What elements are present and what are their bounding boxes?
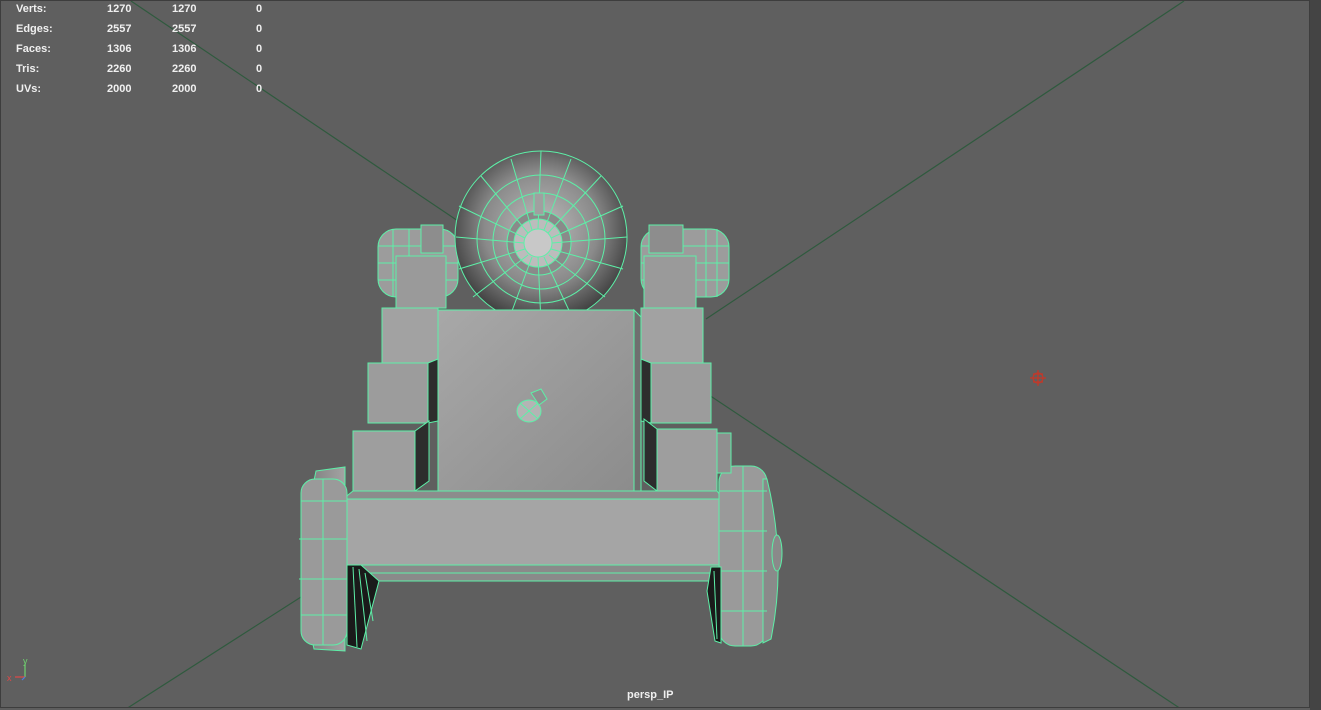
camera-name-label: persp_IP bbox=[627, 689, 674, 701]
hud-value: 2000 bbox=[172, 83, 197, 95]
right-block-bottom bbox=[656, 428, 718, 492]
axis-y-label: y bbox=[23, 657, 28, 666]
hud-value: 1306 bbox=[172, 43, 197, 55]
hud-value: 2000 bbox=[107, 83, 132, 95]
right-block-mid bbox=[640, 307, 704, 364]
left-block-bottom bbox=[352, 430, 416, 492]
hud-value: 2557 bbox=[107, 23, 132, 35]
perspective-viewport[interactable]: Verts: 1270 1270 0 Edges: 2557 2557 0 Fa… bbox=[0, 0, 1310, 708]
right-block-lower bbox=[650, 362, 712, 424]
hud-label: Faces: bbox=[16, 43, 51, 55]
hud-label: Verts: bbox=[16, 3, 47, 15]
hud-value: 0 bbox=[256, 3, 263, 15]
hud-value: 2557 bbox=[172, 23, 197, 35]
hud-label: Edges: bbox=[16, 23, 53, 35]
hud-value: 0 bbox=[256, 23, 263, 35]
barrel bbox=[454, 150, 628, 324]
hud-label: Tris: bbox=[16, 63, 40, 75]
axis-gizmo-icon: y x bbox=[7, 657, 28, 683]
cannon-model bbox=[299, 150, 783, 652]
hud-value: 1270 bbox=[107, 3, 132, 15]
axis-x-label: x bbox=[7, 673, 12, 683]
hud-value: 0 bbox=[256, 63, 263, 75]
viewport-side-strip bbox=[1310, 0, 1321, 710]
hud-value: 2260 bbox=[172, 63, 197, 75]
scene-canvas[interactable] bbox=[1, 1, 1310, 708]
hud-value: 1306 bbox=[107, 43, 132, 55]
right-cheek-top bbox=[643, 255, 697, 309]
left-block-mid bbox=[381, 307, 439, 364]
hud-value: 0 bbox=[256, 43, 263, 55]
pivot-crosshair-icon bbox=[1030, 370, 1046, 386]
hud-value: 2260 bbox=[107, 63, 132, 75]
base-platform bbox=[342, 498, 724, 566]
hud-label: UVs: bbox=[16, 83, 42, 95]
left-cheek-top bbox=[395, 255, 447, 309]
hud-value: 1270 bbox=[172, 3, 197, 15]
left-block-lower bbox=[367, 362, 429, 424]
hud-value: 0 bbox=[256, 83, 263, 95]
